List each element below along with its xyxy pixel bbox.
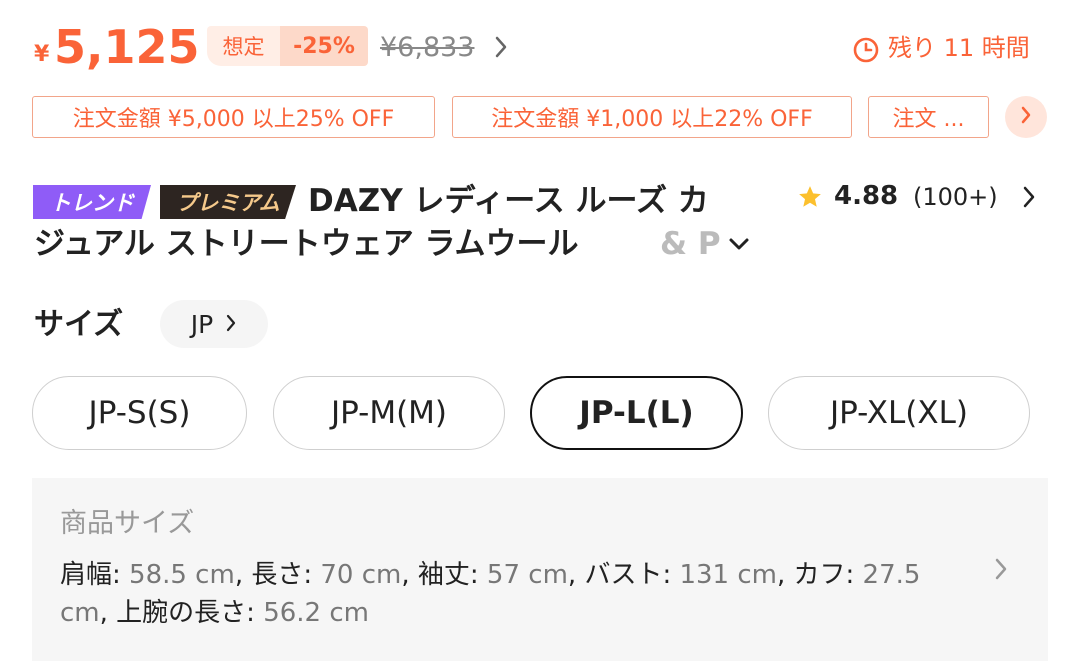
measure-label: 上腕の長さ:	[116, 598, 264, 628]
measure-value: 70 cm	[320, 560, 402, 590]
clock-icon	[852, 36, 880, 68]
estimate-label: 想定	[207, 26, 280, 66]
measure-value: 58.5 cm	[129, 560, 235, 590]
size-option-s[interactable]: JP-S(S)	[32, 376, 247, 450]
coupon-scroll-button[interactable]	[1005, 96, 1047, 138]
time-remaining: 残り 11 時間	[888, 34, 1030, 62]
measure-value: 57 cm	[486, 560, 568, 590]
chevron-right-icon	[225, 310, 237, 339]
product-size-details: 肩幅: 58.5 cm, 長さ: 70 cm, 袖丈: 57 cm, バスト: …	[60, 556, 940, 632]
chevron-down-icon[interactable]	[728, 236, 750, 255]
chevron-right-icon	[1020, 105, 1032, 129]
size-label: サイズ	[34, 307, 124, 342]
measure-value: 56.2 cm	[263, 598, 369, 628]
measure-label: 長さ:	[251, 560, 321, 590]
coupon-chip[interactable]: 注文 ...	[868, 96, 989, 138]
measure-label: バスト:	[584, 560, 680, 590]
separator: ,	[234, 560, 252, 590]
measure-label: 肩幅:	[60, 560, 130, 590]
size-option-xl[interactable]: JP-XL(XL)	[768, 376, 1030, 450]
coupon-chip[interactable]: 注文金額 ¥5,000 以上25% OFF	[32, 96, 435, 138]
separator: ,	[567, 560, 585, 590]
size-unit-selector[interactable]: JP	[160, 300, 268, 348]
product-title-line1: DAZY レディース ルーズ カ	[308, 183, 709, 219]
rating-value[interactable]: 4.88	[834, 178, 898, 214]
measure-label: 袖丈:	[417, 560, 487, 590]
trend-tag: トレンド	[33, 185, 151, 219]
star-icon	[797, 184, 823, 214]
currency-symbol: ¥	[34, 42, 50, 67]
product-size-title: 商品サイズ	[60, 508, 195, 539]
estimated-discount-badge: 想定 -25%	[207, 26, 368, 66]
product-title-line2: ジュアル ストリートウェア ラムウール	[34, 226, 579, 262]
original-price[interactable]: ¥6,833	[380, 30, 474, 66]
chevron-right-icon[interactable]	[993, 556, 1009, 586]
separator: ,	[776, 560, 794, 590]
current-price: 5,125	[54, 20, 200, 74]
rating-count[interactable]: (100+)	[913, 179, 998, 215]
discount-percent: -25%	[280, 26, 368, 66]
chevron-right-icon[interactable]	[494, 34, 508, 64]
size-option-m[interactable]: JP-M(M)	[273, 376, 505, 450]
coupon-chip[interactable]: 注文金額 ¥1,000 以上22% OFF	[452, 96, 852, 138]
separator: ,	[99, 598, 117, 628]
product-title-truncated: & P	[660, 226, 721, 262]
size-option-l-selected[interactable]: JP-L(L)	[530, 376, 743, 450]
measure-value: 131 cm	[679, 560, 777, 590]
chevron-right-icon[interactable]	[1022, 184, 1036, 214]
premium-tag: プレミアム	[160, 185, 296, 219]
size-unit-label: JP	[190, 309, 214, 339]
measure-label: カフ:	[793, 560, 863, 590]
separator: ,	[401, 560, 418, 590]
